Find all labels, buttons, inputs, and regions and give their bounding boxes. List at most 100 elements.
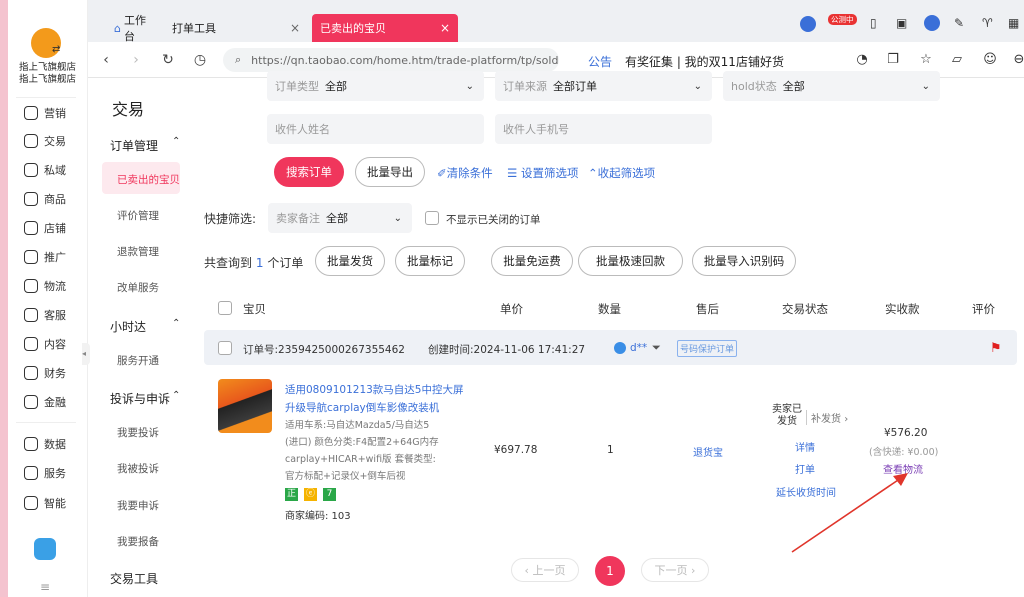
phone-icon[interactable]: ▯ bbox=[870, 16, 877, 30]
detail-link[interactable]: 详情 bbox=[795, 439, 815, 454]
buyer-name[interactable]: d** bbox=[630, 342, 647, 354]
sidebar-item-marketing[interactable]: 营销 bbox=[24, 103, 66, 123]
quantity: 1 bbox=[607, 444, 614, 456]
chevron-up-icon[interactable]: ⌃ bbox=[172, 318, 180, 329]
tab-print-tool[interactable]: 打单工具 × bbox=[164, 14, 308, 42]
select-all-checkbox[interactable] bbox=[218, 301, 232, 315]
sidebar-item-products[interactable]: 商品 bbox=[24, 189, 66, 209]
shirt-icon[interactable]: ♈ bbox=[982, 16, 993, 30]
sidebar-item-services[interactable]: 服务 bbox=[24, 463, 66, 483]
sub-navigation: 交易 订单管理 ⌃ 已卖出的宝贝 评价管理 退款管理 改单服务 小时达 ⌃ 服务… bbox=[90, 78, 186, 597]
tab-workbench[interactable]: ⌂ 工作台 bbox=[106, 14, 164, 43]
timer-icon[interactable]: ◔ bbox=[853, 51, 871, 69]
receiver-phone-input[interactable]: 收件人手机号 bbox=[495, 114, 712, 144]
copy-icon[interactable]: ❐ bbox=[884, 51, 902, 69]
filter-icon[interactable]: ⏷ bbox=[652, 341, 661, 355]
settings-icon[interactable] bbox=[924, 15, 940, 31]
sidebar-item-finance[interactable]: 财务 bbox=[24, 363, 66, 383]
sidebar-item-private-domain[interactable]: 私域 bbox=[24, 160, 66, 180]
batch-import-code-button[interactable]: 批量导入识别码 bbox=[692, 246, 796, 276]
batch-export-button[interactable]: 批量导出 bbox=[355, 157, 425, 187]
order-type-select[interactable]: 订单类型 全部 ⌄ bbox=[267, 71, 484, 101]
reload-icon[interactable]: ↻ bbox=[160, 52, 176, 68]
folder-icon[interactable]: ▱ bbox=[948, 51, 966, 69]
order-checkbox[interactable] bbox=[218, 341, 232, 355]
receiver-name-input[interactable]: 收件人姓名 bbox=[267, 114, 484, 144]
batch-mark-button[interactable]: 批量标记 bbox=[395, 246, 465, 276]
batch-ship-button[interactable]: 批量发货 bbox=[315, 246, 385, 276]
more-icon[interactable]: ⊖ bbox=[1010, 51, 1024, 69]
next-page-button[interactable]: 下一页 › bbox=[641, 558, 709, 582]
chevron-up-icon[interactable]: ⌃ bbox=[172, 390, 180, 401]
edit-icon[interactable]: ✎ bbox=[954, 16, 964, 30]
batch-fast-payment-button[interactable]: 批量极速回款 bbox=[578, 246, 683, 276]
switch-store-icon[interactable]: ⇄ bbox=[52, 44, 64, 56]
back-icon[interactable]: ‹ bbox=[98, 52, 114, 68]
star-icon[interactable]: ☆ bbox=[917, 51, 935, 69]
reship-link[interactable]: 补发货 › bbox=[806, 410, 848, 425]
tab-sold-items[interactable]: 已卖出的宝贝 × bbox=[312, 14, 458, 42]
subnav-item-activate[interactable]: 服务开通 bbox=[117, 353, 159, 368]
section-hourly[interactable]: 小时达 bbox=[110, 318, 146, 335]
subnav-item-report[interactable]: 我要报备 bbox=[117, 534, 159, 549]
annotation-arrow bbox=[791, 473, 908, 553]
batch-free-shipping-button[interactable]: 批量免运费 bbox=[491, 246, 573, 276]
chevron-up-icon: ⌃ bbox=[588, 166, 598, 180]
app-icon-blue[interactable] bbox=[800, 16, 816, 32]
grid-icon[interactable]: ▦ bbox=[1008, 16, 1019, 30]
status-text: 卖家已 发货 bbox=[772, 404, 802, 427]
close-icon[interactable]: × bbox=[440, 21, 450, 35]
history-icon[interactable]: ◷ bbox=[192, 52, 208, 68]
announce-tag[interactable]: 公告 bbox=[588, 53, 612, 70]
finance-icon bbox=[24, 366, 38, 380]
chat-icon[interactable] bbox=[614, 342, 626, 354]
page-1-button[interactable]: 1 bbox=[595, 556, 625, 586]
subnav-item-complained[interactable]: 我被投诉 bbox=[117, 461, 159, 476]
sidebar-item-logistics[interactable]: 物流 bbox=[24, 276, 66, 296]
sidebar-item-customer-service[interactable]: 客服 bbox=[24, 305, 66, 325]
subnav-item-reviews[interactable]: 评价管理 bbox=[117, 208, 159, 223]
filter-settings-link[interactable]: ☰ 设置筛选项 bbox=[507, 165, 578, 181]
sidebar-item-smart[interactable]: 智能 bbox=[24, 493, 66, 513]
return-insurance-link[interactable]: 退货宝 bbox=[693, 444, 723, 459]
order-source-select[interactable]: 订单来源 全部订单 ⌄ bbox=[495, 71, 712, 101]
sidebar-item-content[interactable]: 内容 bbox=[24, 334, 66, 354]
collapse-filters-link[interactable]: ⌃收起筛选项 bbox=[588, 165, 655, 181]
section-trade-tools[interactable]: 交易工具 bbox=[110, 570, 158, 587]
url-field[interactable]: ⌕ https://qn.taobao.com/home.htm/trade-p… bbox=[223, 48, 559, 72]
sidebar-item-promotion[interactable]: 推广 bbox=[24, 247, 66, 267]
menu-icon[interactable]: ≡ bbox=[40, 580, 50, 594]
prev-page-button[interactable]: ‹ 上一页 bbox=[511, 558, 579, 582]
announce-text[interactable]: 有奖征集 | 我的双11店铺好货 bbox=[625, 53, 784, 70]
subnav-item-appeal[interactable]: 我要申诉 bbox=[117, 498, 159, 513]
subnav-item-modify-order[interactable]: 改单服务 bbox=[117, 280, 159, 295]
close-icon[interactable]: × bbox=[290, 21, 300, 35]
product-thumbnail[interactable] bbox=[218, 379, 272, 433]
beta-badge[interactable]: 公测中 bbox=[828, 14, 857, 25]
hold-status-select[interactable]: hold状态 全部 ⌄ bbox=[723, 71, 940, 101]
hide-closed-checkbox[interactable] bbox=[425, 211, 439, 225]
sidebar-item-store[interactable]: 店铺 bbox=[24, 218, 66, 238]
search-orders-button[interactable]: 搜索订单 bbox=[274, 157, 344, 187]
clear-filters-link[interactable]: ✐清除条件 bbox=[437, 165, 493, 181]
forward-icon[interactable]: › bbox=[128, 52, 144, 68]
window-icon[interactable]: ▣ bbox=[896, 16, 907, 30]
assistant-icon[interactable] bbox=[34, 538, 56, 560]
header-after-sale: 售后 bbox=[696, 302, 719, 316]
seller-note-select[interactable]: 卖家备注 全部 ⌄ bbox=[268, 203, 412, 233]
feedback-icon[interactable]: ☺ bbox=[981, 51, 999, 69]
collapse-sidebar-handle[interactable]: ◂ bbox=[82, 343, 90, 365]
sidebar-item-data[interactable]: 数据 bbox=[24, 434, 66, 454]
logistics-icon bbox=[24, 279, 38, 293]
subnav-item-file-complaint[interactable]: 我要投诉 bbox=[117, 425, 159, 440]
flag-icon[interactable]: ⚑ bbox=[990, 341, 1002, 356]
chevron-up-icon[interactable]: ⌃ bbox=[172, 136, 180, 147]
subnav-item-refunds[interactable]: 退款管理 bbox=[117, 244, 159, 259]
data-icon bbox=[24, 437, 38, 451]
section-order-management[interactable]: 订单管理 bbox=[110, 137, 158, 154]
product-title[interactable]: 适用0809101213款马自达5中控大屏 升级导航carplay倒车影像改装机 bbox=[285, 381, 463, 417]
section-complaints[interactable]: 投诉与申诉 bbox=[110, 390, 170, 407]
sidebar-item-banking[interactable]: 金融 bbox=[24, 392, 66, 412]
sidebar-item-trade[interactable]: 交易 bbox=[24, 131, 66, 151]
service-badge: ⓔ bbox=[304, 488, 317, 501]
